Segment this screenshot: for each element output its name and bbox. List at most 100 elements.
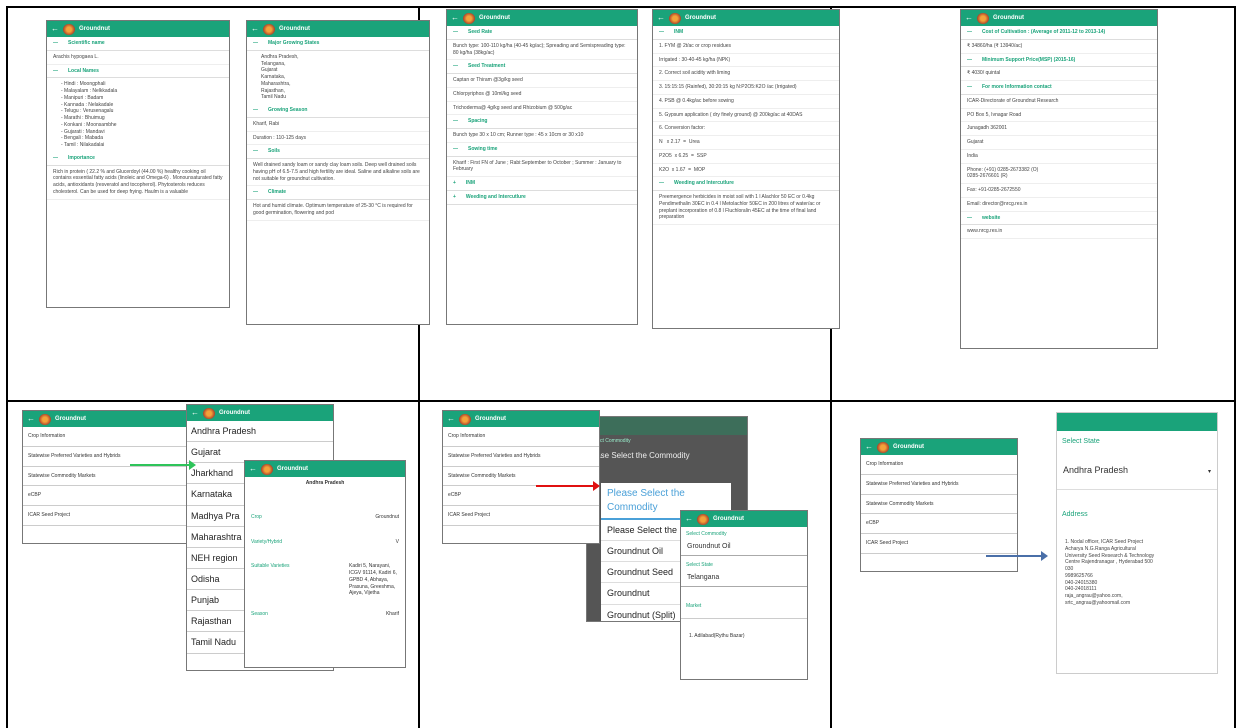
inm-6: 5. Gypsum application ( dry finely groun…: [653, 109, 839, 123]
menu-seed-project[interactable]: ICAR Seed Project: [861, 534, 1017, 554]
back-arrow-icon[interactable]: ←: [657, 14, 665, 22]
scientific-name-text: Arachis hypogaea L.: [47, 51, 229, 65]
app-logo-icon: [39, 413, 51, 425]
seed-state-select[interactable]: Andhra Pradesh ▾: [1057, 452, 1217, 490]
phone-crop-info-1: ← Groundnut — Scientific name Arachis hypo…: [46, 20, 230, 308]
section-local-names[interactable]: — Local Names: [47, 65, 229, 79]
variety-row-suitable: Suitable Varieties Kadiri 5, Narayani, IC…: [251, 563, 397, 597]
grid-middle: [6, 400, 1236, 402]
phone-variety-detail: ← Groundnut Andhra Pradesh Crop Groundnut …: [244, 460, 406, 668]
app-bar: ← Groundnut: [447, 10, 637, 26]
contact-phone: Phone: (+91) 0285-2673382 (O) 0285-26766…: [961, 164, 1157, 184]
phone-market-result: ← Groundnut Select Commodity Groundnut Oi…: [680, 510, 808, 680]
section-cost[interactable]: — Cost of Cultivation : (Average of 2011-…: [961, 26, 1157, 40]
section-climate[interactable]: — Climate: [247, 186, 429, 200]
market-item[interactable]: 1. Adilabad(Rythu Bazar): [681, 618, 807, 654]
contact-4: Gujarat: [961, 136, 1157, 150]
app-logo-icon: [63, 23, 75, 35]
back-arrow-icon[interactable]: ←: [191, 409, 199, 417]
red-arrow: [536, 481, 600, 491]
app-logo-icon: [697, 513, 709, 525]
section-msp[interactable]: — Minimum Support Price(MSP) (2015-16): [961, 54, 1157, 68]
menu-crop-information[interactable]: Crop Information: [861, 455, 1017, 475]
dimmed-label: Select Commodity: [590, 438, 631, 444]
contact-fax: Fax: +91-0285-2672550: [961, 184, 1157, 198]
section-inm[interactable]: + INM: [447, 177, 637, 191]
section-sowing-time[interactable]: — Sowing time: [447, 143, 637, 157]
back-arrow-icon[interactable]: ←: [865, 443, 873, 451]
section-growing-season[interactable]: — Growing Season: [247, 104, 429, 118]
back-arrow-icon[interactable]: ←: [251, 25, 259, 33]
sowing-text: Kharif : First FN of June ; Rabi:Septemb…: [447, 157, 637, 177]
section-seed-treatment[interactable]: — Seed Treatment: [447, 60, 637, 74]
app-title: Groundnut: [79, 25, 110, 32]
back-arrow-icon[interactable]: ←: [685, 515, 693, 523]
section-importance[interactable]: — Importance: [47, 152, 229, 166]
app-title: Groundnut: [277, 465, 308, 472]
inm-7: 6. Conversion factor:: [653, 122, 839, 136]
menu-statewise-varieties[interactable]: Statewise Preferred Varieties and Hybrid…: [443, 447, 599, 467]
section-spacing[interactable]: — Spacing: [447, 115, 637, 129]
section-weeding[interactable]: + Weeding and Intercutlure: [447, 191, 637, 205]
app-title: Groundnut: [475, 415, 506, 422]
section-contact[interactable]: — For more Information contact: [961, 81, 1157, 95]
phone-crop-info-2: ← Groundnut — Major Growing States Andhra …: [246, 20, 430, 325]
menu-crop-information[interactable]: Crop Information: [443, 427, 599, 447]
app-logo-icon: [977, 12, 989, 24]
local-names-list: - Hindi : Moongphali - Malayalam : Nelkk…: [61, 81, 118, 148]
menu-seed-project[interactable]: ICAR Seed Project: [443, 506, 599, 526]
duration-text: Duration : 110-125 days: [247, 132, 429, 146]
app-bar: ← Groundnut: [653, 10, 839, 26]
climate-text: Hot and humid climate. Optimum temperatu…: [247, 200, 429, 221]
back-arrow-icon[interactable]: ←: [451, 14, 459, 22]
section-scientific-name[interactable]: — Scientific name: [47, 37, 229, 51]
market-label-commodity: Select Commodity: [686, 531, 727, 537]
website-link[interactable]: www.nrcg.res.in: [961, 225, 1157, 239]
back-arrow-icon[interactable]: ←: [965, 14, 973, 22]
menu-seed-project[interactable]: ICAR Seed Project: [23, 506, 195, 526]
seed-address-text: 1. Nodal officer, ICAR Seed Project Acha…: [1065, 539, 1155, 606]
cost-text: ₹ 34860/ha (₹ 13940/ac): [961, 40, 1157, 54]
back-arrow-icon[interactable]: ←: [51, 25, 59, 33]
menu-statewise-varieties[interactable]: Statewise Preferred Varieties and Hybrid…: [861, 475, 1017, 495]
menu-ecbp[interactable]: eCBP: [861, 514, 1017, 534]
app-logo-icon: [463, 12, 475, 24]
menu-commodity-markets[interactable]: Statewise Commodity Markets: [23, 467, 195, 487]
season-text: Kharif, Rabi: [247, 118, 429, 132]
state-item[interactable]: Andhra Pradesh: [187, 421, 333, 443]
section-inm[interactable]: — INM: [653, 26, 839, 40]
inm-10: K2O x 1.67 = MOP: [653, 164, 839, 178]
app-bar: ← Groundnut: [861, 439, 1017, 455]
app-logo-icon: [203, 407, 215, 419]
weeding-text: Preemergence herbicides in moist soil wi…: [653, 191, 839, 225]
market-commodity-select[interactable]: Groundnut Oil: [681, 538, 807, 557]
grid-outer-top: [6, 6, 1236, 8]
section-website[interactable]: — website: [961, 212, 1157, 226]
app-title: Groundnut: [713, 515, 744, 522]
app-bar: ← Groundnut: [47, 21, 229, 37]
section-growing-states[interactable]: — Major Growing States: [247, 37, 429, 51]
app-bar: ← Groundnut: [681, 511, 807, 527]
app-logo-icon: [459, 413, 471, 425]
menu-crop-information[interactable]: Crop Information: [23, 427, 195, 447]
menu-ecbp[interactable]: eCBP: [23, 486, 195, 506]
menu-commodity-markets[interactable]: Statewise Commodity Markets: [443, 467, 599, 487]
section-seed-rate[interactable]: — Seed Rate: [447, 26, 637, 40]
menu-ecbp[interactable]: eCBP: [443, 486, 599, 506]
back-arrow-icon[interactable]: ←: [447, 415, 455, 423]
app-logo-icon: [669, 12, 681, 24]
inm-2: Irrigated : 30-40-45 kg/ha (NPK): [653, 54, 839, 68]
market-state-select[interactable]: Telangana: [681, 569, 807, 588]
back-arrow-icon[interactable]: ←: [27, 415, 35, 423]
inm-9: P2O5 x 6.25 = SSP: [653, 150, 839, 164]
soils-text: Well drained sandy loam or sandy clay lo…: [247, 159, 429, 187]
contact-email[interactable]: Email: director@nrcg.res.in: [961, 198, 1157, 212]
menu-commodity-markets[interactable]: Statewise Commodity Markets: [861, 495, 1017, 515]
app-title: Groundnut: [219, 409, 250, 416]
section-soils[interactable]: — Soils: [247, 145, 429, 159]
section-weeding[interactable]: — Weeding and Intercutlure: [653, 177, 839, 191]
app-title: Groundnut: [279, 25, 310, 32]
app-logo-icon: [877, 441, 889, 453]
back-arrow-icon[interactable]: ←: [249, 465, 257, 473]
seed-rate-text: Bunch type: 100-110 kg/ha (40-45 kg/ac);…: [447, 40, 637, 61]
